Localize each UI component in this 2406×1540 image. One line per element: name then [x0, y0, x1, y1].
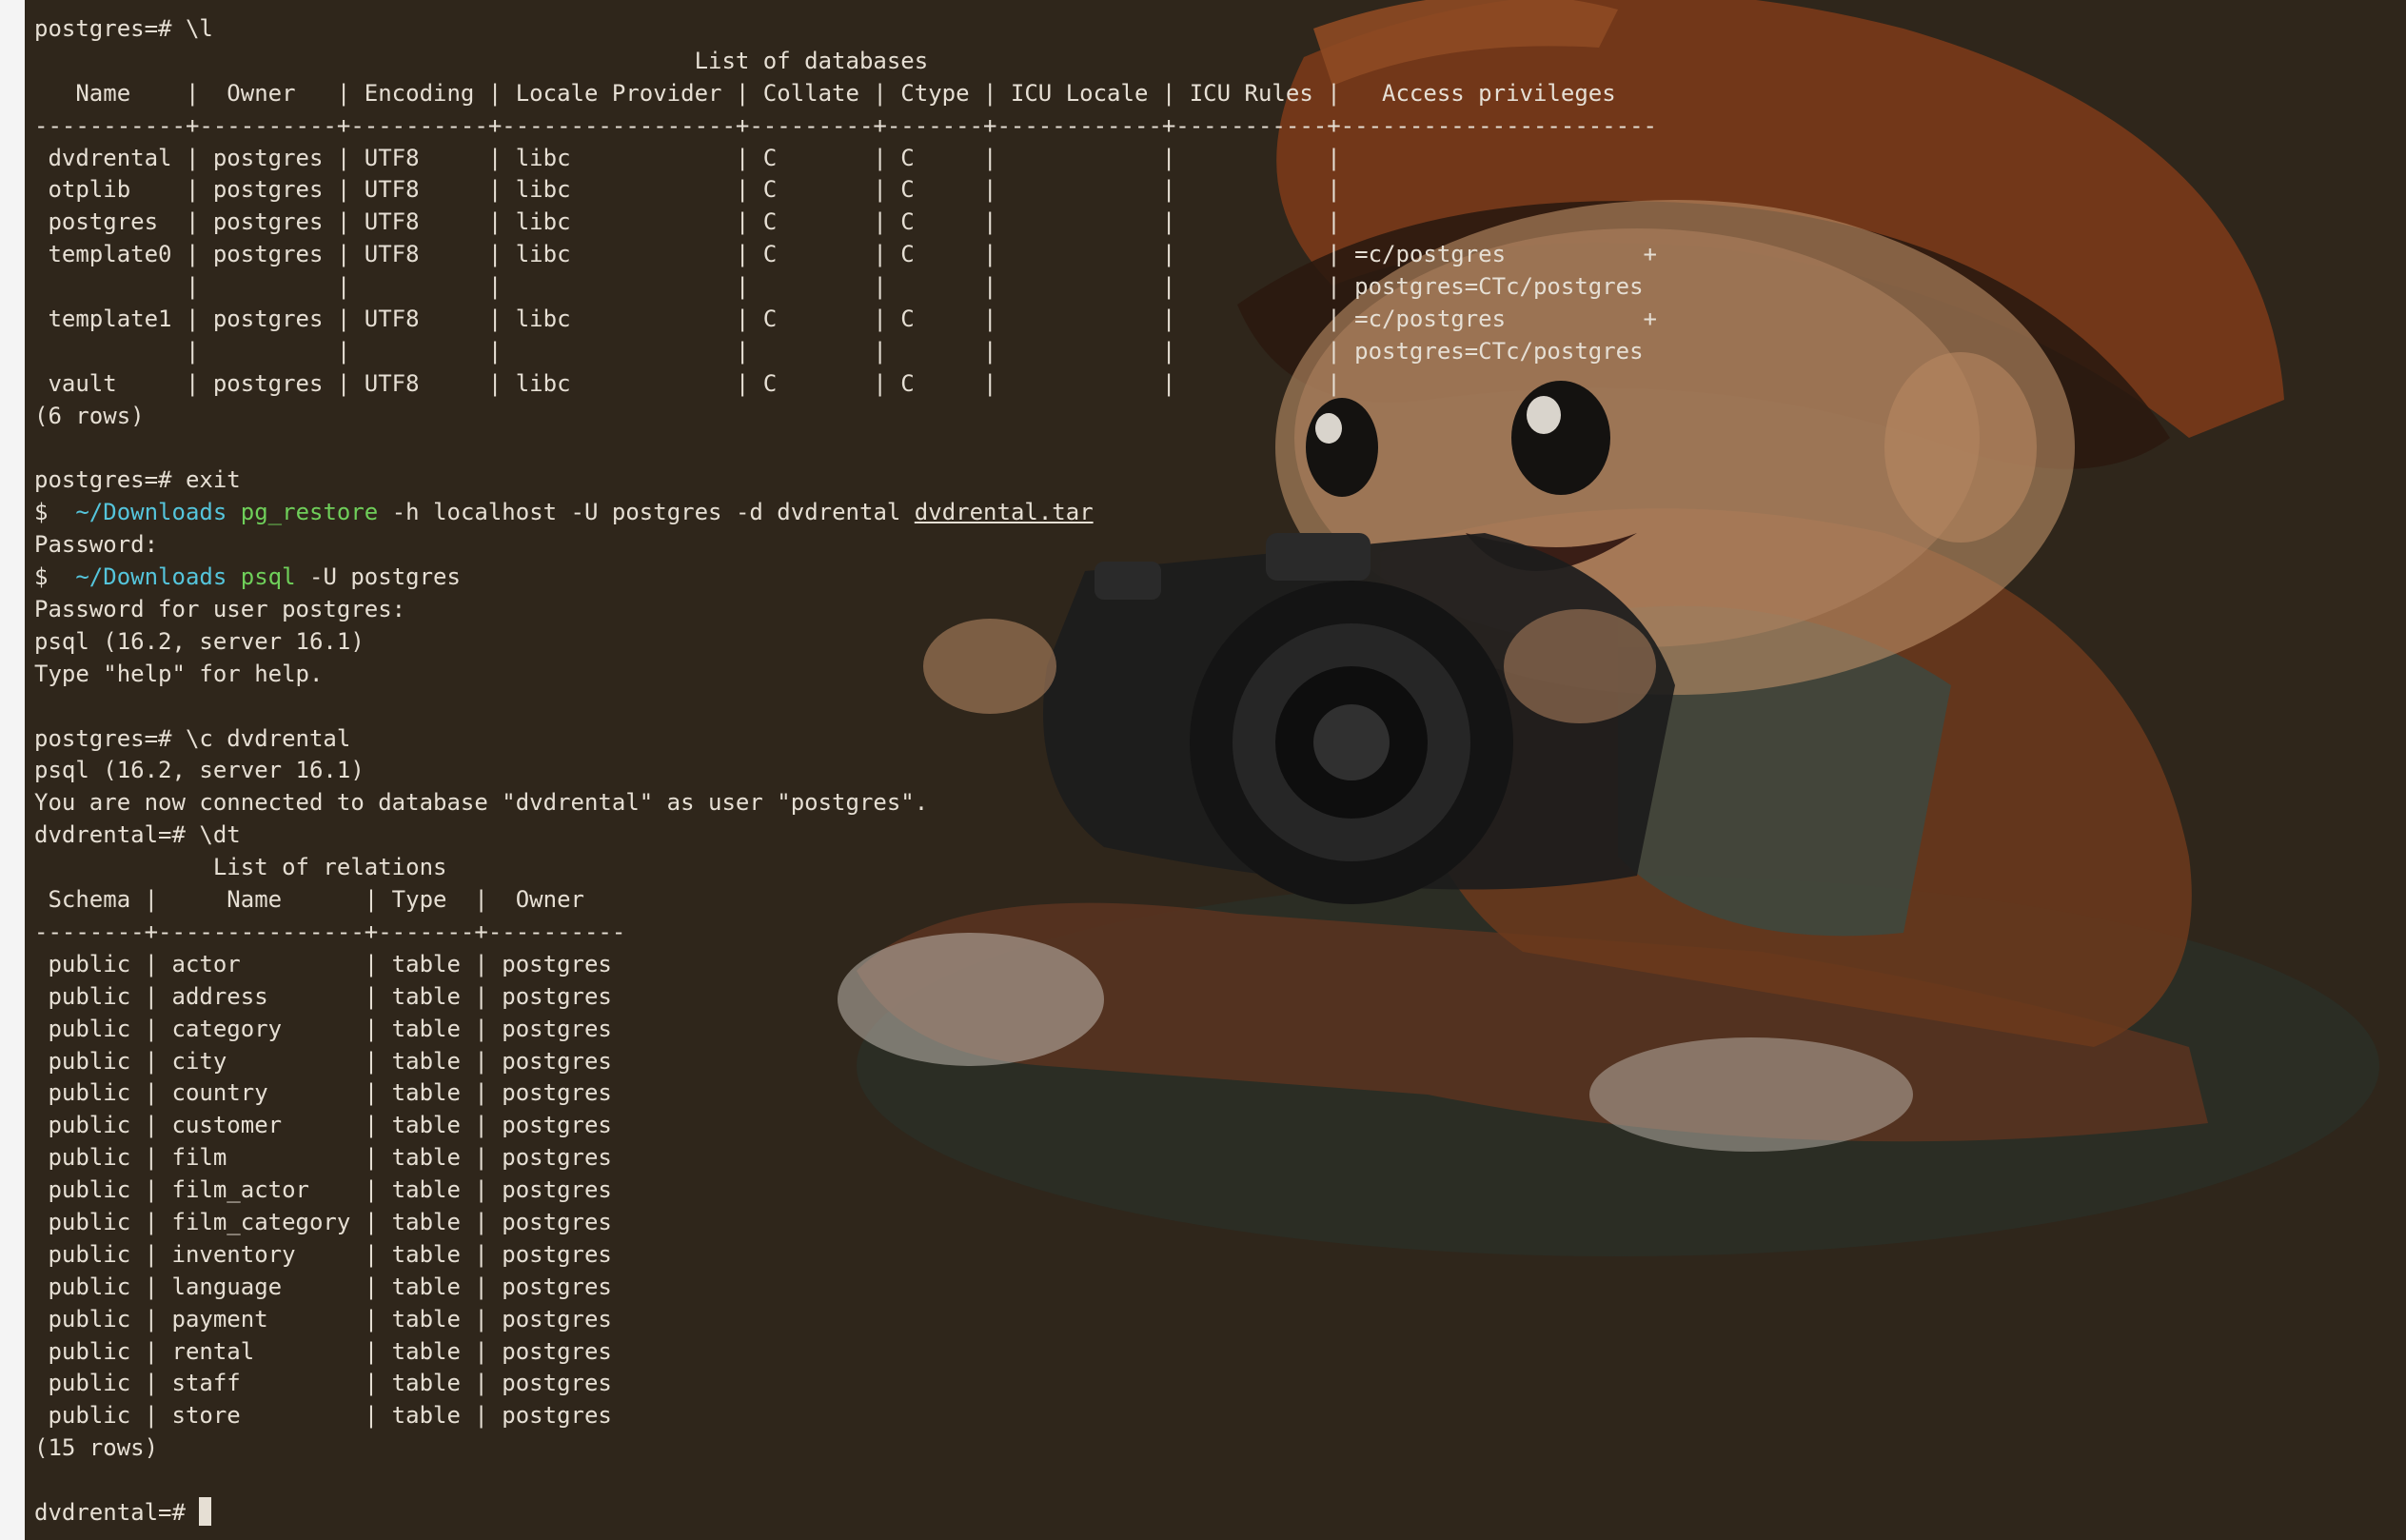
- output-line: (15 rows): [34, 1434, 159, 1462]
- output-line: List of databases: [34, 47, 929, 74]
- output-line: public | actor | table | postgres: [34, 950, 612, 977]
- output-line: public | inventory | table | postgres: [34, 1240, 612, 1268]
- command-name: pg_restore: [240, 499, 379, 526]
- output-line: -----------+----------+----------+------…: [34, 111, 1658, 139]
- output-line: public | language | table | postgres: [34, 1273, 612, 1300]
- output-line: public | film_actor | table | postgres: [34, 1176, 612, 1204]
- terminal-window[interactable]: postgres=# \l List of databases Name | O…: [0, 0, 2406, 1540]
- output-line: public | payment | table | postgres: [34, 1305, 612, 1333]
- output-line: postgres=# \l: [34, 15, 213, 42]
- output-line: public | customer | table | postgres: [34, 1112, 612, 1139]
- output-line: dvdrental | postgres | UTF8 | libc | C |…: [34, 144, 1341, 171]
- output-line: Schema | Name | Type | Owner: [34, 886, 584, 914]
- file-link-dvdrental-tar[interactable]: dvdrental.tar: [915, 499, 1094, 525]
- output-line: postgres=# \c dvdrental: [34, 724, 351, 752]
- output-line: dvdrental=# \dt: [34, 821, 241, 849]
- pg-restore-command-line: $ ~/Downloads pg_restore -h localhost -U…: [34, 497, 1657, 529]
- output-line: List of relations: [34, 854, 447, 881]
- output-line: template0 | postgres | UTF8 | libc | C |…: [34, 241, 1658, 268]
- output-line: | | | | | | | | postgres=CTc/postgres: [34, 273, 1644, 301]
- shell-cwd: ~/Downloads: [75, 499, 227, 526]
- output-line: Name | Owner | Encoding | Locale Provide…: [34, 79, 1616, 107]
- output-line: public | country | table | postgres: [34, 1079, 612, 1107]
- output-line: public | rental | table | postgres: [34, 1337, 612, 1365]
- output-line: template1 | postgres | UTF8 | libc | C |…: [34, 306, 1658, 333]
- output-line: public | category | table | postgres: [34, 1015, 612, 1042]
- output-line: Type "help" for help.: [34, 660, 324, 687]
- output-line: psql (16.2, server 16.1): [34, 627, 365, 655]
- output-line: public | film | table | postgres: [34, 1144, 612, 1172]
- output-line: (6 rows): [34, 402, 145, 429]
- output-line: public | address | table | postgres: [34, 982, 612, 1010]
- psql-command-line: $ ~/Downloads psql -U postgres: [34, 562, 1657, 594]
- shell-cwd: ~/Downloads: [75, 563, 227, 591]
- output-line: --------+---------------+-------+-------…: [34, 918, 626, 945]
- output-line: public | city | table | postgres: [34, 1047, 612, 1075]
- terminal-output[interactable]: postgres=# \l List of databases Name | O…: [34, 13, 1657, 1530]
- command-name: psql: [240, 563, 296, 591]
- command-args: -h localhost -U postgres -d dvdrental: [378, 499, 915, 526]
- output-line: You are now connected to database "dvdre…: [34, 789, 929, 817]
- command-args: -U postgres: [295, 563, 461, 591]
- output-line: | | | | | | | | postgres=CTc/postgres: [34, 337, 1644, 365]
- output-line: otplib | postgres | UTF8 | libc | C | C …: [34, 176, 1341, 204]
- shell-prompt-dollar: $: [34, 563, 49, 591]
- shell-prompt-dollar: $: [34, 499, 49, 526]
- text-cursor: [199, 1496, 212, 1526]
- output-line: postgres=# exit: [34, 466, 241, 494]
- output-line: psql (16.2, server 16.1): [34, 757, 365, 784]
- output-line: Password for user postgres:: [34, 596, 406, 623]
- output-line: public | store | table | postgres: [34, 1402, 612, 1430]
- window-left-edge: [0, 0, 25, 1540]
- output-line: Password:: [34, 531, 159, 559]
- psql-prompt: dvdrental=#: [34, 1498, 200, 1526]
- output-line: public | film_category | table | postgre…: [34, 1208, 612, 1235]
- output-line: postgres | postgres | UTF8 | libc | C | …: [34, 208, 1341, 236]
- output-line: public | staff | table | postgres: [34, 1370, 612, 1397]
- input-line[interactable]: dvdrental=#: [34, 1496, 1657, 1530]
- output-line: vault | postgres | UTF8 | libc | C | C |…: [34, 369, 1341, 397]
